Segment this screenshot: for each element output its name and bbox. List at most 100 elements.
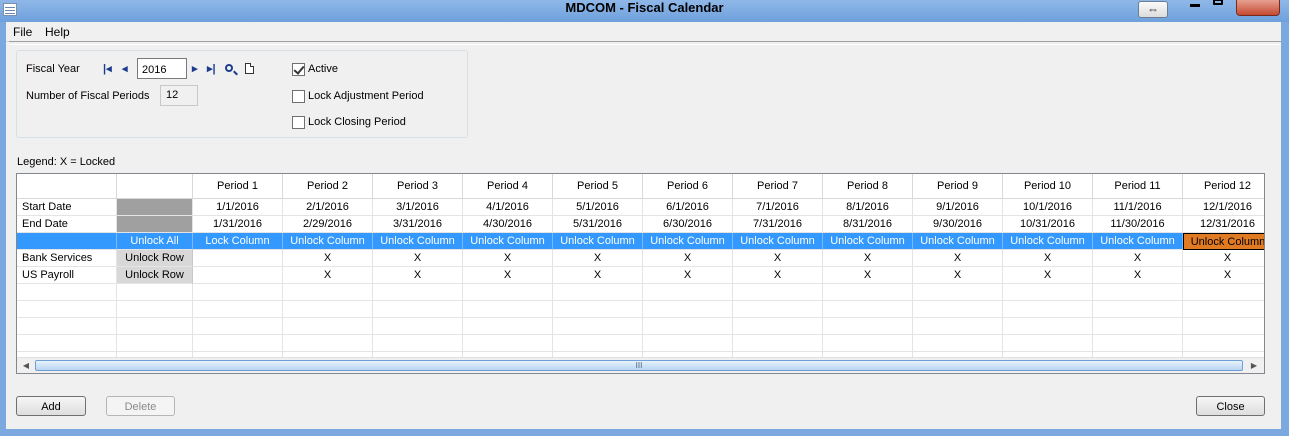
period-header[interactable]: Period 8: [823, 174, 913, 199]
lock-cell[interactable]: X: [553, 267, 643, 284]
last-record-icon[interactable]: ▸|: [207, 64, 216, 75]
period-header[interactable]: Period 12: [1183, 174, 1264, 199]
period-header[interactable]: Period 11: [1093, 174, 1183, 199]
add-button[interactable]: Add: [16, 396, 86, 416]
scroll-left-icon[interactable]: ◀: [18, 358, 34, 373]
start-date-cell[interactable]: 11/1/2016: [1093, 199, 1183, 216]
unlock-row-button[interactable]: Unlock Row: [117, 250, 193, 267]
fiscal-year-input[interactable]: [137, 58, 187, 79]
table-row[interactable]: US Payroll: [17, 267, 117, 284]
unlock-row-button[interactable]: Unlock Row: [117, 267, 193, 284]
start-date-label[interactable]: Start Date: [17, 199, 117, 216]
active-checkbox[interactable]: [292, 63, 305, 76]
end-date-cell[interactable]: 10/31/2016: [1003, 216, 1093, 233]
close-button[interactable]: Close: [1196, 396, 1265, 416]
period-header[interactable]: Period 6: [643, 174, 733, 199]
unlock-column-button[interactable]: Unlock Column: [913, 233, 1003, 250]
lock-cell[interactable]: [193, 267, 283, 284]
lock-cell[interactable]: X: [733, 250, 823, 267]
end-date-cell[interactable]: 12/31/2016: [1183, 216, 1264, 233]
unlock-column-button[interactable]: Unlock Column: [283, 233, 373, 250]
start-date-cell[interactable]: 7/1/2016: [733, 199, 823, 216]
end-date-cell[interactable]: 4/30/2016: [463, 216, 553, 233]
end-date-cell[interactable]: 5/31/2016: [553, 216, 643, 233]
table-row[interactable]: Bank Services: [17, 250, 117, 267]
lock-adjustment-checkbox[interactable]: [292, 90, 305, 103]
scroll-right-icon[interactable]: ▶: [1246, 358, 1262, 373]
period-header[interactable]: Period 3: [373, 174, 463, 199]
lock-closing-checkbox[interactable]: [292, 116, 305, 129]
first-record-icon[interactable]: |◂: [103, 64, 112, 75]
lock-cell[interactable]: [193, 250, 283, 267]
lock-cell[interactable]: X: [733, 267, 823, 284]
end-date-cell[interactable]: 11/30/2016: [1093, 216, 1183, 233]
unlock-column-button[interactable]: Unlock Column: [823, 233, 913, 250]
start-date-cell[interactable]: 12/1/2016: [1183, 199, 1264, 216]
scroll-thumb[interactable]: III: [35, 360, 1243, 371]
previous-record-icon[interactable]: ◂: [122, 64, 128, 75]
lock-cell[interactable]: X: [823, 267, 913, 284]
lock-cell[interactable]: X: [1003, 267, 1093, 284]
lock-cell[interactable]: X: [643, 267, 733, 284]
unlock-column-button[interactable]: Unlock Column: [463, 233, 553, 250]
unlock-all-button[interactable]: Unlock All: [117, 233, 193, 250]
lock-cell[interactable]: X: [1093, 250, 1183, 267]
unlock-column-button[interactable]: Unlock Column: [1183, 233, 1264, 250]
period-header[interactable]: Period 5: [553, 174, 643, 199]
start-date-cell[interactable]: 10/1/2016: [1003, 199, 1093, 216]
lock-cell[interactable]: X: [1183, 267, 1264, 284]
lock-cell[interactable]: X: [373, 250, 463, 267]
end-date-cell[interactable]: 1/31/2016: [193, 216, 283, 233]
period-header[interactable]: Period 1: [193, 174, 283, 199]
start-date-cell[interactable]: 9/1/2016: [913, 199, 1003, 216]
horizontal-scrollbar[interactable]: ◀ III ▶: [17, 357, 1264, 373]
unlock-column-button[interactable]: Unlock Column: [1003, 233, 1093, 250]
fiscal-calendar-grid[interactable]: Period 1 Period 2 Period 3 Period 4 Period 5…: [16, 173, 1265, 374]
start-date-cell[interactable]: 6/1/2016: [643, 199, 733, 216]
end-date-cell[interactable]: 6/30/2016: [643, 216, 733, 233]
lock-cell[interactable]: X: [373, 267, 463, 284]
delete-button[interactable]: Delete: [106, 396, 175, 416]
end-date-cell[interactable]: 9/30/2016: [913, 216, 1003, 233]
lock-cell[interactable]: X: [463, 250, 553, 267]
close-window-icon[interactable]: [1236, 0, 1280, 16]
unlock-column-button[interactable]: Unlock Column: [643, 233, 733, 250]
period-header[interactable]: Period 7: [733, 174, 823, 199]
period-header[interactable]: Period 4: [463, 174, 553, 199]
search-icon[interactable]: [225, 64, 233, 72]
lock-cell[interactable]: X: [1183, 250, 1264, 267]
unlock-column-button[interactable]: Unlock Column: [1093, 233, 1183, 250]
start-date-cell[interactable]: 5/1/2016: [553, 199, 643, 216]
lock-cell[interactable]: X: [283, 250, 373, 267]
selected-row-header[interactable]: [17, 233, 117, 250]
lock-cell[interactable]: X: [913, 267, 1003, 284]
start-date-cell[interactable]: 3/1/2016: [373, 199, 463, 216]
menu-help[interactable]: Help: [45, 25, 70, 39]
menu-file[interactable]: File: [13, 25, 32, 39]
next-record-icon[interactable]: ▸: [192, 64, 198, 75]
end-date-cell[interactable]: 7/31/2016: [733, 216, 823, 233]
start-date-cell[interactable]: 1/1/2016: [193, 199, 283, 216]
minimize-icon[interactable]: [1190, 4, 1200, 7]
lock-cell[interactable]: X: [1093, 267, 1183, 284]
end-date-label[interactable]: End Date: [17, 216, 117, 233]
lock-cell[interactable]: X: [463, 267, 553, 284]
start-date-cell[interactable]: 8/1/2016: [823, 199, 913, 216]
end-date-cell[interactable]: 3/31/2016: [373, 216, 463, 233]
period-header[interactable]: Period 9: [913, 174, 1003, 199]
new-document-icon[interactable]: [245, 63, 254, 74]
lock-cell[interactable]: X: [283, 267, 373, 284]
period-header[interactable]: Period 2: [283, 174, 373, 199]
lock-column-button[interactable]: Lock Column: [193, 233, 283, 250]
lock-cell[interactable]: X: [913, 250, 1003, 267]
lock-cell[interactable]: X: [553, 250, 643, 267]
lock-cell[interactable]: X: [643, 250, 733, 267]
end-date-cell[interactable]: 2/29/2016: [283, 216, 373, 233]
unlock-column-button[interactable]: Unlock Column: [553, 233, 643, 250]
unlock-column-button[interactable]: Unlock Column: [373, 233, 463, 250]
maximize-icon[interactable]: [1213, 0, 1223, 5]
restore-icon[interactable]: ⇔: [1138, 1, 1168, 18]
end-date-cell[interactable]: 8/31/2016: [823, 216, 913, 233]
lock-cell[interactable]: X: [1003, 250, 1093, 267]
start-date-cell[interactable]: 4/1/2016: [463, 199, 553, 216]
